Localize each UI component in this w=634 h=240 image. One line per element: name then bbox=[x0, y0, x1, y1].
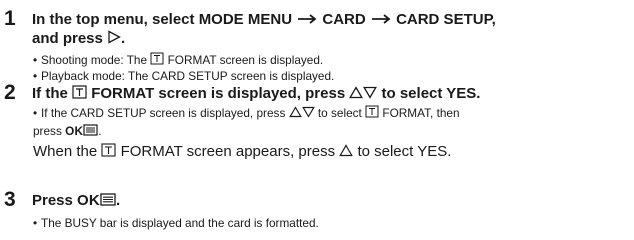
triangle-up-icon bbox=[349, 86, 364, 99]
ok-label: OK bbox=[65, 124, 84, 138]
list-item: • If the CARD SETUP screen is displayed, … bbox=[33, 105, 460, 138]
step-number: 1 bbox=[4, 7, 16, 30]
card-format-icon bbox=[150, 52, 164, 65]
card-format-icon bbox=[101, 143, 116, 157]
list-item: • Playback mode: The CARD SETUP screen is… bbox=[33, 69, 335, 83]
instruction-page: 1 In the top menu, select MODE MENU CARD… bbox=[0, 0, 634, 240]
list-item: • The BUSY bar is displayed and the card … bbox=[33, 216, 319, 230]
triangle-up-icon bbox=[288, 106, 302, 118]
triangle-down-icon bbox=[301, 106, 315, 118]
note-text: When the FORMAT screen appears, press to… bbox=[33, 143, 452, 160]
menu-lines-icon bbox=[100, 193, 116, 206]
step-number: 2 bbox=[4, 81, 16, 104]
triangle-right-icon bbox=[108, 30, 121, 44]
ok-label: OK bbox=[77, 192, 100, 209]
arrow-right-icon bbox=[298, 14, 317, 24]
triangle-down-icon bbox=[363, 86, 378, 99]
arrow-right-icon bbox=[371, 14, 391, 24]
step-heading: In the top menu, select MODE MENU CARD C… bbox=[32, 11, 496, 47]
menu-lines-icon bbox=[83, 124, 98, 136]
step-heading: Press OK. bbox=[32, 192, 121, 209]
step-heading: If the FORMAT screen is displayed, press… bbox=[32, 85, 481, 102]
triangle-up-icon bbox=[339, 144, 354, 157]
list-item: • Shooting mode: The FORMAT screen is dis… bbox=[33, 52, 324, 67]
card-format-icon bbox=[365, 105, 379, 118]
card-format-icon bbox=[72, 85, 87, 99]
step-number: 3 bbox=[4, 188, 16, 211]
